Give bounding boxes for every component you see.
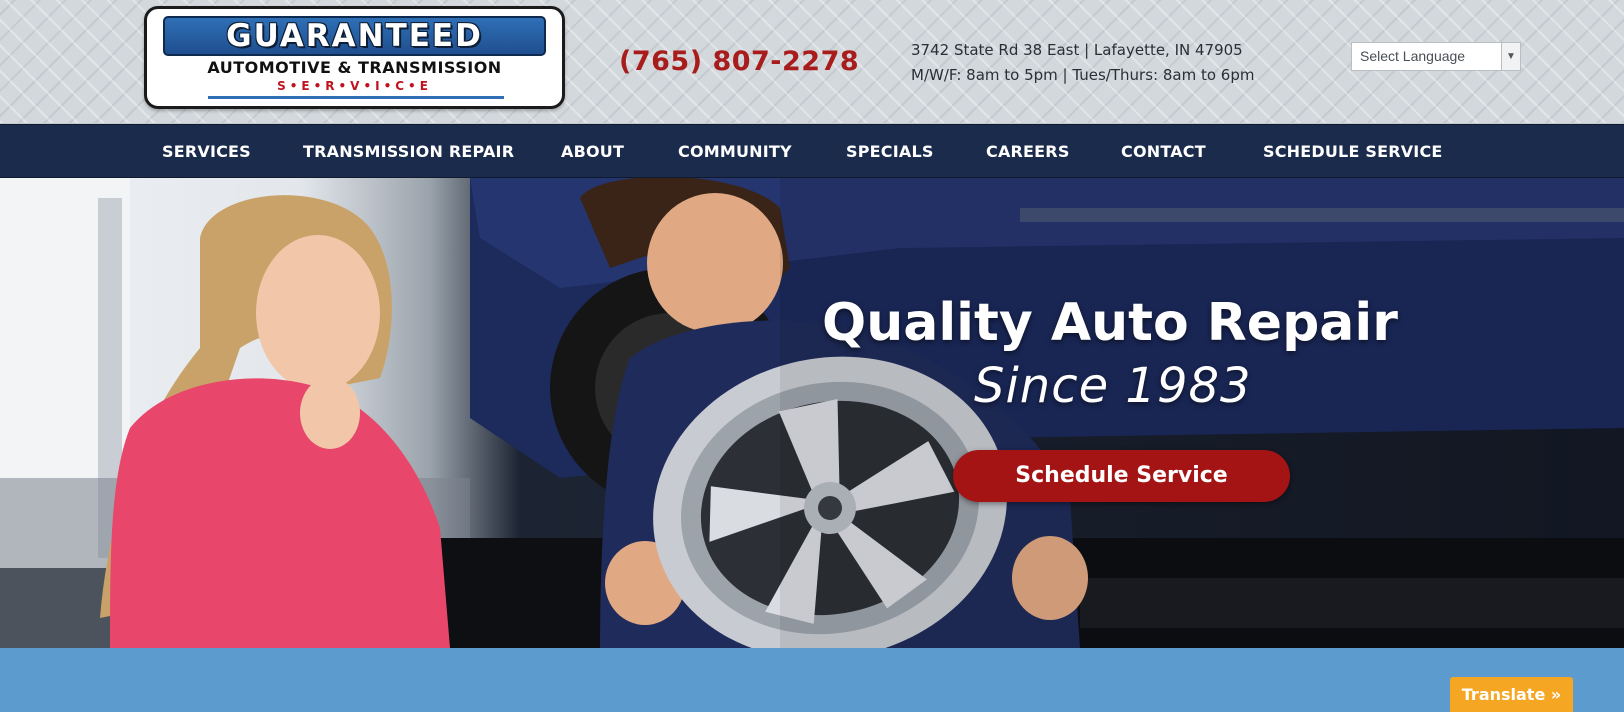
- nav-item-about[interactable]: ABOUT: [561, 125, 624, 179]
- hero-title: Quality Auto Repair: [822, 293, 1398, 353]
- main-navigation: SERVICES TRANSMISSION REPAIR ABOUT COMMU…: [0, 124, 1624, 178]
- nav-item-transmission-repair[interactable]: TRANSMISSION REPAIR: [303, 125, 514, 179]
- hero-subtitle: Since 1983: [974, 358, 1252, 414]
- language-select[interactable]: Select Language ▼: [1351, 42, 1521, 71]
- logo-wordmark: GUARANTEED: [163, 16, 546, 56]
- logo-subtitle: AUTOMOTIVE & TRANSMISSION: [207, 58, 502, 77]
- nav-item-specials[interactable]: SPECIALS: [846, 125, 934, 179]
- shop-hours: M/W/F: 8am to 5pm | Tues/Thurs: 8am to 6…: [911, 66, 1255, 84]
- site-header: GUARANTEED AUTOMOTIVE & TRANSMISSION S•E…: [0, 0, 1624, 124]
- logo-divider: [208, 96, 504, 99]
- shop-address: 3742 State Rd 38 East | Lafayette, IN 47…: [911, 41, 1243, 59]
- hero-banner: Quality Auto Repair Since 1983 Schedule …: [0, 178, 1624, 648]
- logo-tagline: S•E•R•V•I•C•E: [277, 79, 432, 93]
- nav-item-services[interactable]: SERVICES: [162, 125, 251, 179]
- nav-item-community[interactable]: COMMUNITY: [678, 125, 792, 179]
- nav-item-contact[interactable]: CONTACT: [1121, 125, 1206, 179]
- nav-item-careers[interactable]: CAREERS: [986, 125, 1070, 179]
- translate-button[interactable]: Translate »: [1450, 677, 1573, 712]
- hero-photo: [0, 178, 1624, 648]
- content-band: [0, 648, 1624, 712]
- woman-hand: [300, 377, 360, 449]
- phone-number-link[interactable]: (765) 807-2278: [619, 44, 879, 80]
- man-face: [647, 193, 783, 333]
- language-select-value: Select Language: [1360, 48, 1466, 64]
- site-logo[interactable]: GUARANTEED AUTOMOTIVE & TRANSMISSION S•E…: [144, 6, 565, 109]
- woman-sweater: [110, 378, 450, 648]
- woman-face: [256, 235, 380, 391]
- chevron-down-icon[interactable]: ▼: [1501, 43, 1520, 70]
- nav-item-schedule-service[interactable]: SCHEDULE SERVICE: [1263, 125, 1443, 179]
- schedule-service-button[interactable]: Schedule Service: [953, 450, 1290, 502]
